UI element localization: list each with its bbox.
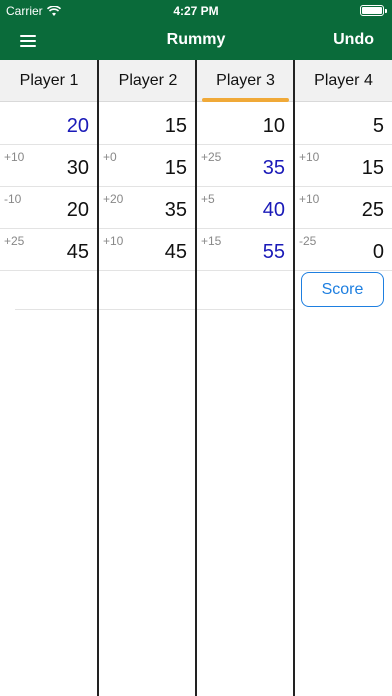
status-bar: Carrier 4:27 PM	[0, 0, 392, 22]
score-cell[interactable]: 10	[197, 104, 293, 145]
running-total: 40	[262, 199, 285, 221]
running-total: 30	[66, 157, 89, 179]
score-cell[interactable]: 5	[295, 104, 392, 145]
score-delta: -10	[4, 192, 22, 206]
score-delta: +5	[201, 192, 215, 206]
score-delta: +20	[103, 192, 124, 206]
score-cell[interactable]: +10 25	[295, 188, 392, 229]
score-delta: -25	[299, 234, 317, 248]
score-cell[interactable]: +20 35	[99, 188, 195, 229]
score-delta: +10	[299, 150, 320, 164]
empty-score-cell[interactable]	[99, 272, 195, 310]
score-cell[interactable]: +5 40	[197, 188, 293, 229]
score-cell[interactable]: +10 45	[99, 230, 195, 271]
score-delta: +25	[4, 234, 25, 248]
status-time: 4:27 PM	[173, 4, 219, 18]
score-delta: +10	[4, 150, 25, 164]
running-total: 0	[372, 241, 384, 263]
tab-player-4[interactable]: Player 4	[295, 60, 392, 102]
tab-player-2[interactable]: Player 2	[100, 60, 196, 102]
score-button[interactable]: Score	[301, 272, 384, 307]
running-total: 15	[164, 157, 187, 179]
nav-bar: Rummy Undo	[0, 22, 392, 60]
score-delta: +25	[201, 150, 222, 164]
tab-player-3[interactable]: Player 3	[198, 60, 293, 102]
score-cell[interactable]: +0 15	[99, 146, 195, 187]
score-cell[interactable]: +10 15	[295, 146, 392, 187]
score-cell[interactable]: -10 20	[0, 188, 97, 229]
running-total: 20	[66, 199, 89, 221]
score-delta: +10	[103, 234, 124, 248]
score-cell[interactable]: 20	[0, 104, 97, 145]
empty-score-cell[interactable]	[15, 272, 97, 310]
score-delta: +0	[103, 150, 117, 164]
score-cell[interactable]: +25 35	[197, 146, 293, 187]
running-total: 25	[361, 199, 384, 221]
running-total: 55	[262, 241, 285, 263]
running-total: 15	[164, 115, 187, 137]
running-total: 45	[66, 241, 89, 263]
running-total: 20	[66, 115, 89, 137]
running-total: 15	[361, 157, 384, 179]
score-cell[interactable]: +25 45	[0, 230, 97, 271]
selected-tab-indicator	[202, 98, 289, 102]
running-total: 10	[262, 115, 285, 137]
score-delta: +15	[201, 234, 222, 248]
undo-button[interactable]: Undo	[333, 31, 374, 49]
running-total: 35	[164, 199, 187, 221]
running-total: 5	[372, 115, 384, 137]
running-total: 35	[262, 157, 285, 179]
empty-score-cell[interactable]	[197, 272, 293, 310]
score-cell[interactable]: 15	[99, 104, 195, 145]
running-total: 45	[164, 241, 187, 263]
score-cell[interactable]: +10 30	[0, 146, 97, 187]
battery-icon	[360, 5, 387, 16]
score-cell[interactable]: -25 0	[295, 230, 392, 271]
tab-player-1[interactable]: Player 1	[0, 60, 98, 102]
score-cell[interactable]: +15 55	[197, 230, 293, 271]
score-delta: +10	[299, 192, 320, 206]
